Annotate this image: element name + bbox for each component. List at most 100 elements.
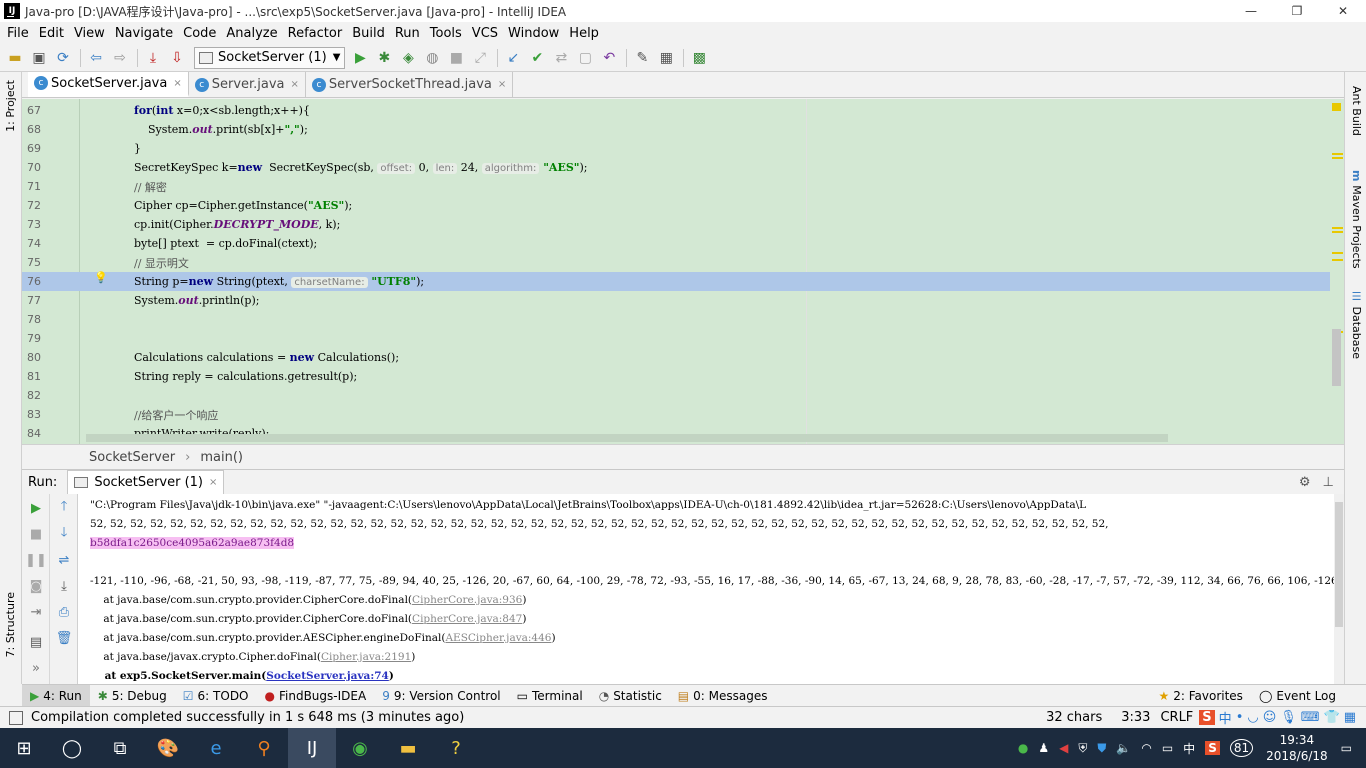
tray-app-icon[interactable]: ● [1018,741,1028,755]
run-configuration-select[interactable]: SocketServer (1) ▼ [194,46,346,69]
warning-marker[interactable] [1332,252,1343,254]
warning-marker[interactable] [1332,157,1343,159]
source-link[interactable]: CipherCore.java:936 [412,594,522,606]
security-icon[interactable]: ⛊ [1097,741,1106,756]
menu-analyze[interactable]: Analyze [221,26,282,41]
console-scrollbar[interactable] [1334,494,1344,684]
tab-close-icon[interactable]: × [498,79,506,90]
print-icon[interactable]: ⎙ [56,604,72,620]
gear-icon[interactable]: ⚙ [1299,475,1311,490]
task-view-icon[interactable]: ⧉ [96,728,144,768]
favorites-tool-button[interactable]: ★ 2: Favorites [1150,685,1250,706]
horizontal-scrollbar[interactable] [86,434,1168,442]
ime-toolbar-icons[interactable]: •◡☺🎙⌨👕▦ [1236,710,1360,725]
debug-tool-button[interactable]: ✱ 5: Debug [90,685,175,706]
hide-panel-icon[interactable]: ⊥ [1323,475,1334,490]
menu-view[interactable]: View [69,26,110,41]
todo-tool-button[interactable]: ☑ 6: TODO [175,685,257,706]
pause-icon[interactable]: ❚❚ [25,552,47,568]
menu-window[interactable]: Window [503,26,564,41]
revert-icon[interactable]: ↶ [598,47,620,69]
menu-run[interactable]: Run [390,26,425,41]
menu-vcs[interactable]: VCS [467,26,503,41]
vcs-update-icon[interactable]: ↙ [502,47,524,69]
run-console[interactable]: "C:\Program Files\Java\jdk-10\bin\java.e… [78,494,1344,684]
restore-layout-icon[interactable]: ▤ [28,634,44,650]
help-app-icon[interactable]: ? [432,728,480,768]
shield-icon[interactable]: ⛨ [1078,741,1087,756]
intellij-taskbar-icon[interactable]: IJ [288,728,336,768]
project-tool-button[interactable]: 1: Project [4,80,17,132]
attach-icon[interactable]: ⤢ [469,47,491,69]
messages-tool-button[interactable]: ▤ 0: Messages [670,685,776,706]
save-all-icon[interactable]: ▣ [28,47,50,69]
notification-icon[interactable]: ▭ [1341,741,1352,755]
menu-build[interactable]: Build [347,26,390,41]
source-link[interactable]: AESCipher.java:446 [445,632,551,644]
input-method-indicator[interactable]: 中 [1219,708,1232,727]
warning-marker[interactable] [1332,231,1343,233]
green-app-icon[interactable]: ◉ [336,728,384,768]
caret-position[interactable]: 3:33 [1121,710,1150,725]
code-editor[interactable]: 67 for(int x=0;x<sb.length;x++){ 68 Syst… [22,99,1344,444]
tab-close-icon[interactable]: × [173,78,181,89]
maven-projects-tool-button[interactable]: m Maven Projects [1350,170,1363,269]
tab-close-icon[interactable]: × [291,79,299,90]
soft-wrap-icon[interactable]: ⇌ [56,552,72,568]
scroll-to-end-icon[interactable]: ⤓ [56,578,72,594]
build-icon[interactable]: ⤓ [142,47,164,69]
vcs-compare-icon[interactable]: ⇄ [550,47,572,69]
clock[interactable]: 19:34 2018/6/18 [1266,732,1328,764]
back-icon[interactable]: ⇦ [85,47,107,69]
vcs-commit-icon[interactable]: ✔ [526,47,548,69]
battery-indicator[interactable]: 81 [1229,739,1254,757]
dump-threads-icon[interactable]: ◙ [28,578,44,594]
paint-app-icon[interactable]: 🎨 [144,728,192,768]
editor-vertical-scrollbar[interactable] [1330,99,1344,444]
breadcrumb-class[interactable]: SocketServer [89,450,175,465]
warning-marker[interactable] [1332,153,1343,155]
stop-icon[interactable]: ■ [28,526,44,542]
forward-icon[interactable]: ⇨ [109,47,131,69]
tab-socketserver-java[interactable]: c SocketServer.java × [28,72,189,97]
stop-icon[interactable]: ■ [445,47,467,69]
tab-close-icon[interactable]: × [209,477,217,488]
findbugs-tool-button[interactable]: ● FindBugs-IDEA [257,685,375,706]
more-icon[interactable]: » [28,660,44,676]
synchronize-icon[interactable]: ⟳ [52,47,74,69]
minimize-button[interactable]: — [1228,0,1274,22]
ant-build-tool-button[interactable]: Ant Build [1350,86,1363,136]
sdk-icon[interactable]: ▩ [688,47,710,69]
warning-marker[interactable] [1332,259,1343,261]
maximize-button[interactable]: ❐ [1274,0,1320,22]
structure-tool-button[interactable]: 7: Structure [4,592,17,657]
line-separator[interactable]: CRLF [1160,710,1193,725]
lightbulb-icon[interactable]: 💡 [94,271,108,284]
edge-browser-icon[interactable]: e [192,728,240,768]
menu-navigate[interactable]: Navigate [110,26,178,41]
warning-marker[interactable] [1332,227,1343,229]
statistic-tool-button[interactable]: ◔ Statistic [591,685,670,706]
rerun-icon[interactable]: ▶ [28,500,44,516]
run-tab-socketserver[interactable]: SocketServer (1) × [67,470,225,494]
coverage-icon[interactable]: ◈ [397,47,419,69]
tray-red-icon[interactable]: ◀ [1059,741,1068,755]
menu-refactor[interactable]: Refactor [283,26,348,41]
cortana-search-icon[interactable]: ◯ [48,728,96,768]
run-icon[interactable]: ▶ [349,47,371,69]
source-link[interactable]: CipherCore.java:847 [412,613,522,625]
close-button[interactable]: ✕ [1320,0,1366,22]
status-toggle-icon[interactable] [9,710,23,725]
up-arrow-icon[interactable]: 🡑 [56,499,72,516]
debug-icon[interactable]: ✱ [373,47,395,69]
vcs-history-icon[interactable]: ▢ [574,47,596,69]
taskbar-ime[interactable]: 中 [1183,740,1195,757]
tab-server-java[interactable]: c Server.java × [189,72,306,97]
network-icon[interactable]: ▭ [1162,741,1173,755]
search-app-icon[interactable]: ⚲ [240,728,288,768]
tab-serversocketthread-java[interactable]: c ServerSocketThread.java × [306,72,514,97]
settings-icon[interactable]: ✎ [631,47,653,69]
menu-help[interactable]: Help [564,26,604,41]
exit-icon[interactable]: ⇥ [28,604,44,620]
make-icon[interactable]: ⇩ [166,47,188,69]
